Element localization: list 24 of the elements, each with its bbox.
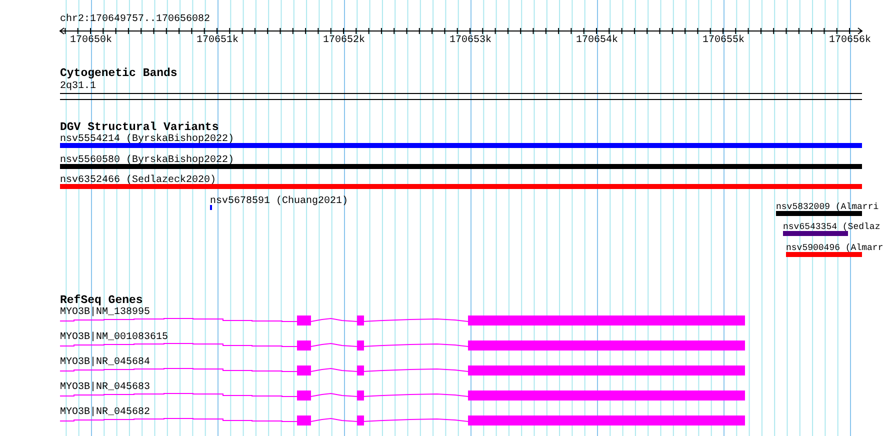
- variant-label: nsv5900496 (Almarr: [786, 244, 884, 253]
- gene-label: MYO3B|NR_045683: [60, 383, 150, 393]
- track-title: RefSeq Genes: [60, 295, 143, 306]
- location-label: chr2:170649757..170656082: [60, 15, 210, 25]
- axis-tick-label: 170654k: [576, 36, 618, 46]
- variant-label: nsv6543354 (Sedlaz: [783, 223, 880, 232]
- axis-tick-label: 170656k: [829, 36, 872, 46]
- gene-label: MYO3B|NM_138995: [60, 308, 150, 318]
- axis-tick-label: 170653k: [450, 36, 492, 46]
- variant-label: nsv5554214 (ByrskaBishop2022): [60, 135, 234, 145]
- variant-label: nsv5832009 (Almarri: [776, 202, 879, 212]
- track-title: DGV Structural Variants: [60, 122, 219, 134]
- variant-label: nsv6352466 (Sedlazeck2020): [60, 176, 216, 186]
- track-title: Cytogenetic Bands: [60, 68, 178, 80]
- axis-tick-label: 170652k: [323, 36, 366, 46]
- gene-label: MYO3B|NR_045684: [60, 358, 150, 368]
- gene-label: MYO3B|NR_045682: [60, 408, 150, 418]
- axis-tick-label: 170650k: [70, 36, 112, 46]
- variant-label: nsv5678591 (Chuang2021): [210, 196, 348, 206]
- gene-label: MYO3B|NM_001083615: [60, 333, 168, 343]
- axis-tick-label: 170655k: [702, 36, 745, 46]
- band-label: 2q31.1: [60, 82, 96, 92]
- axis-tick-label: 170651k: [196, 36, 239, 46]
- variant-label: nsv5560580 (ByrskaBishop2022): [60, 156, 234, 166]
